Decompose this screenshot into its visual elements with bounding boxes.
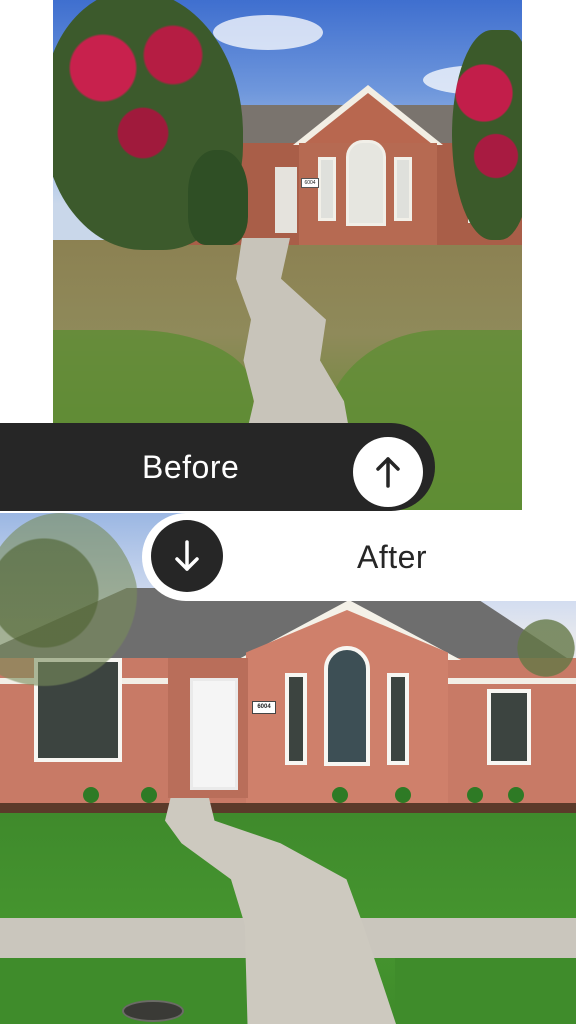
window bbox=[487, 689, 531, 765]
window bbox=[387, 673, 409, 765]
shrub bbox=[83, 787, 99, 803]
crape-myrtle-tree bbox=[452, 30, 522, 240]
cloud bbox=[213, 15, 323, 50]
house-number: 6004 bbox=[252, 701, 276, 714]
window bbox=[318, 157, 336, 221]
shrub bbox=[508, 787, 524, 803]
shrub bbox=[467, 787, 483, 803]
window bbox=[285, 673, 307, 765]
before-label: Before bbox=[142, 449, 240, 485]
shrub bbox=[141, 787, 157, 803]
drain-cover bbox=[122, 1000, 184, 1022]
grass-strip bbox=[395, 958, 576, 1024]
arrow-up-icon bbox=[376, 457, 400, 488]
front-door bbox=[190, 678, 238, 790]
front-door bbox=[275, 167, 297, 233]
arrow-down-button[interactable] bbox=[151, 520, 223, 592]
shrub bbox=[188, 150, 248, 245]
after-label: After bbox=[357, 539, 428, 575]
house-number: 6004 bbox=[301, 178, 319, 188]
arched-window bbox=[324, 646, 370, 766]
shrub bbox=[395, 787, 411, 803]
arrow-down-icon bbox=[175, 540, 199, 571]
arched-window bbox=[346, 140, 386, 226]
arrow-up-button[interactable] bbox=[353, 437, 423, 507]
window bbox=[394, 157, 412, 221]
shrub bbox=[332, 787, 348, 803]
